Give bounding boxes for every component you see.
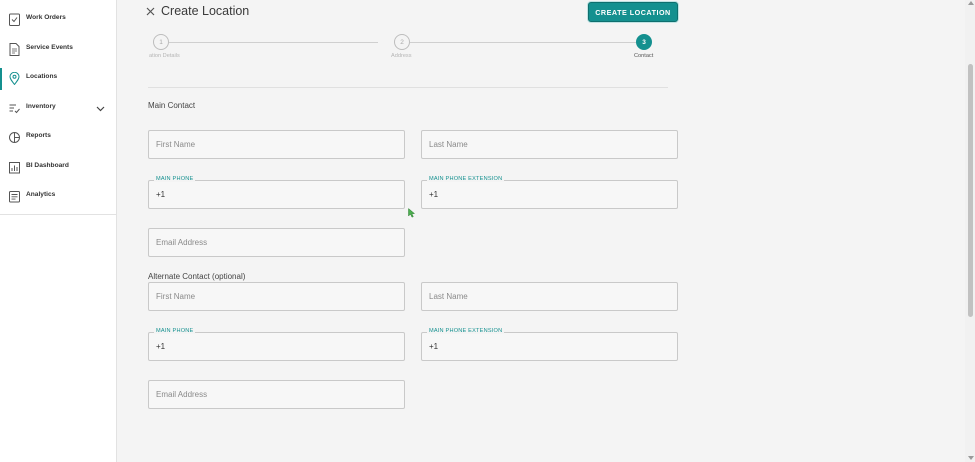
bar-chart-icon xyxy=(9,162,20,174)
alt-phone-field[interactable]: MAIN PHONE +1 xyxy=(148,328,405,361)
alt-email-field[interactable]: Email Address xyxy=(148,380,405,409)
main-phone-value: +1 xyxy=(156,190,166,199)
sidebar-item-reports[interactable]: Reports xyxy=(0,127,116,149)
stepper-line xyxy=(169,41,378,43)
close-icon[interactable] xyxy=(146,7,155,16)
sidebar-item-bi-dashboard[interactable]: BI Dashboard xyxy=(0,157,116,179)
sidebar: Work Orders Service Events Locations Inv… xyxy=(0,0,117,462)
alt-phone-value: +1 xyxy=(156,342,166,351)
sidebar-divider xyxy=(0,214,116,215)
location-pin-icon xyxy=(9,72,20,85)
create-location-button[interactable]: CREATE LOCATION xyxy=(588,2,678,22)
step-1-circle[interactable]: 1 xyxy=(153,34,169,50)
last-name-placeholder: Last Name xyxy=(429,140,468,149)
step-2-circle[interactable]: 2 xyxy=(394,34,410,50)
scrollbar-thumb[interactable] xyxy=(968,64,973,317)
step-2-label: Address xyxy=(391,53,412,59)
email-placeholder: Email Address xyxy=(156,238,208,247)
email-placeholder: Email Address xyxy=(156,390,208,399)
first-name-placeholder: First Name xyxy=(156,140,196,149)
step-1-label: ation Details xyxy=(149,53,180,59)
sidebar-item-label: BI Dashboard xyxy=(26,162,69,169)
main-phone-extension-label: MAIN PHONE EXTENSION xyxy=(427,176,505,182)
stepper-line xyxy=(410,41,636,43)
main-phone-extension-value: +1 xyxy=(429,190,439,199)
main-phone-field[interactable]: MAIN PHONE +1 xyxy=(148,176,405,209)
document-icon xyxy=(9,43,20,56)
step-3-label: Contact xyxy=(634,53,654,59)
alt-phone-extension-value: +1 xyxy=(429,342,439,351)
alternate-contact-title: Alternate Contact (optional) xyxy=(148,272,246,281)
alt-phone-extension-field[interactable]: MAIN PHONE EXTENSION +1 xyxy=(421,328,678,361)
alt-phone-label: MAIN PHONE xyxy=(154,328,196,334)
sidebar-item-label: Inventory xyxy=(26,103,56,110)
main-email-field[interactable]: Email Address xyxy=(148,228,405,257)
chevron-down-icon[interactable] xyxy=(96,104,105,113)
main-phone-extension-field[interactable]: MAIN PHONE EXTENSION +1 xyxy=(421,176,678,209)
scroll-up-arrow-icon[interactable] xyxy=(968,1,974,5)
sidebar-item-work-orders[interactable]: Work Orders xyxy=(0,9,116,31)
first-name-placeholder: First Name xyxy=(156,292,196,301)
pie-chart-icon xyxy=(9,132,20,143)
main-first-name-field[interactable]: First Name xyxy=(148,130,405,159)
page-title: Create Location xyxy=(161,4,250,18)
sidebar-item-label: Locations xyxy=(26,73,58,80)
mouse-cursor-icon xyxy=(408,208,416,218)
sidebar-item-service-events[interactable]: Service Events xyxy=(0,39,116,61)
sidebar-item-label: Service Events xyxy=(26,44,73,51)
alt-first-name-field[interactable]: First Name xyxy=(148,282,405,311)
active-indicator xyxy=(0,68,2,90)
list-check-icon xyxy=(9,104,20,114)
sidebar-item-inventory[interactable]: Inventory xyxy=(0,98,116,120)
main-contact-title: Main Contact xyxy=(148,101,196,110)
divider xyxy=(148,87,668,88)
sidebar-item-analytics[interactable]: Analytics xyxy=(0,186,116,208)
last-name-placeholder: Last Name xyxy=(429,292,468,301)
alt-phone-extension-label: MAIN PHONE EXTENSION xyxy=(427,328,505,334)
sidebar-item-locations[interactable]: Locations xyxy=(0,68,116,90)
sidebar-item-label: Reports xyxy=(26,132,51,139)
main-phone-label: MAIN PHONE xyxy=(154,176,196,182)
sidebar-item-label: Analytics xyxy=(26,191,56,198)
sidebar-item-label: Work Orders xyxy=(26,14,66,21)
main-last-name-field[interactable]: Last Name xyxy=(421,130,678,159)
alt-last-name-field[interactable]: Last Name xyxy=(421,282,678,311)
clipboard-check-icon xyxy=(9,13,20,26)
step-3-circle[interactable]: 3 xyxy=(636,34,652,50)
scroll-down-arrow-icon[interactable] xyxy=(968,456,974,460)
report-list-icon xyxy=(9,191,20,203)
